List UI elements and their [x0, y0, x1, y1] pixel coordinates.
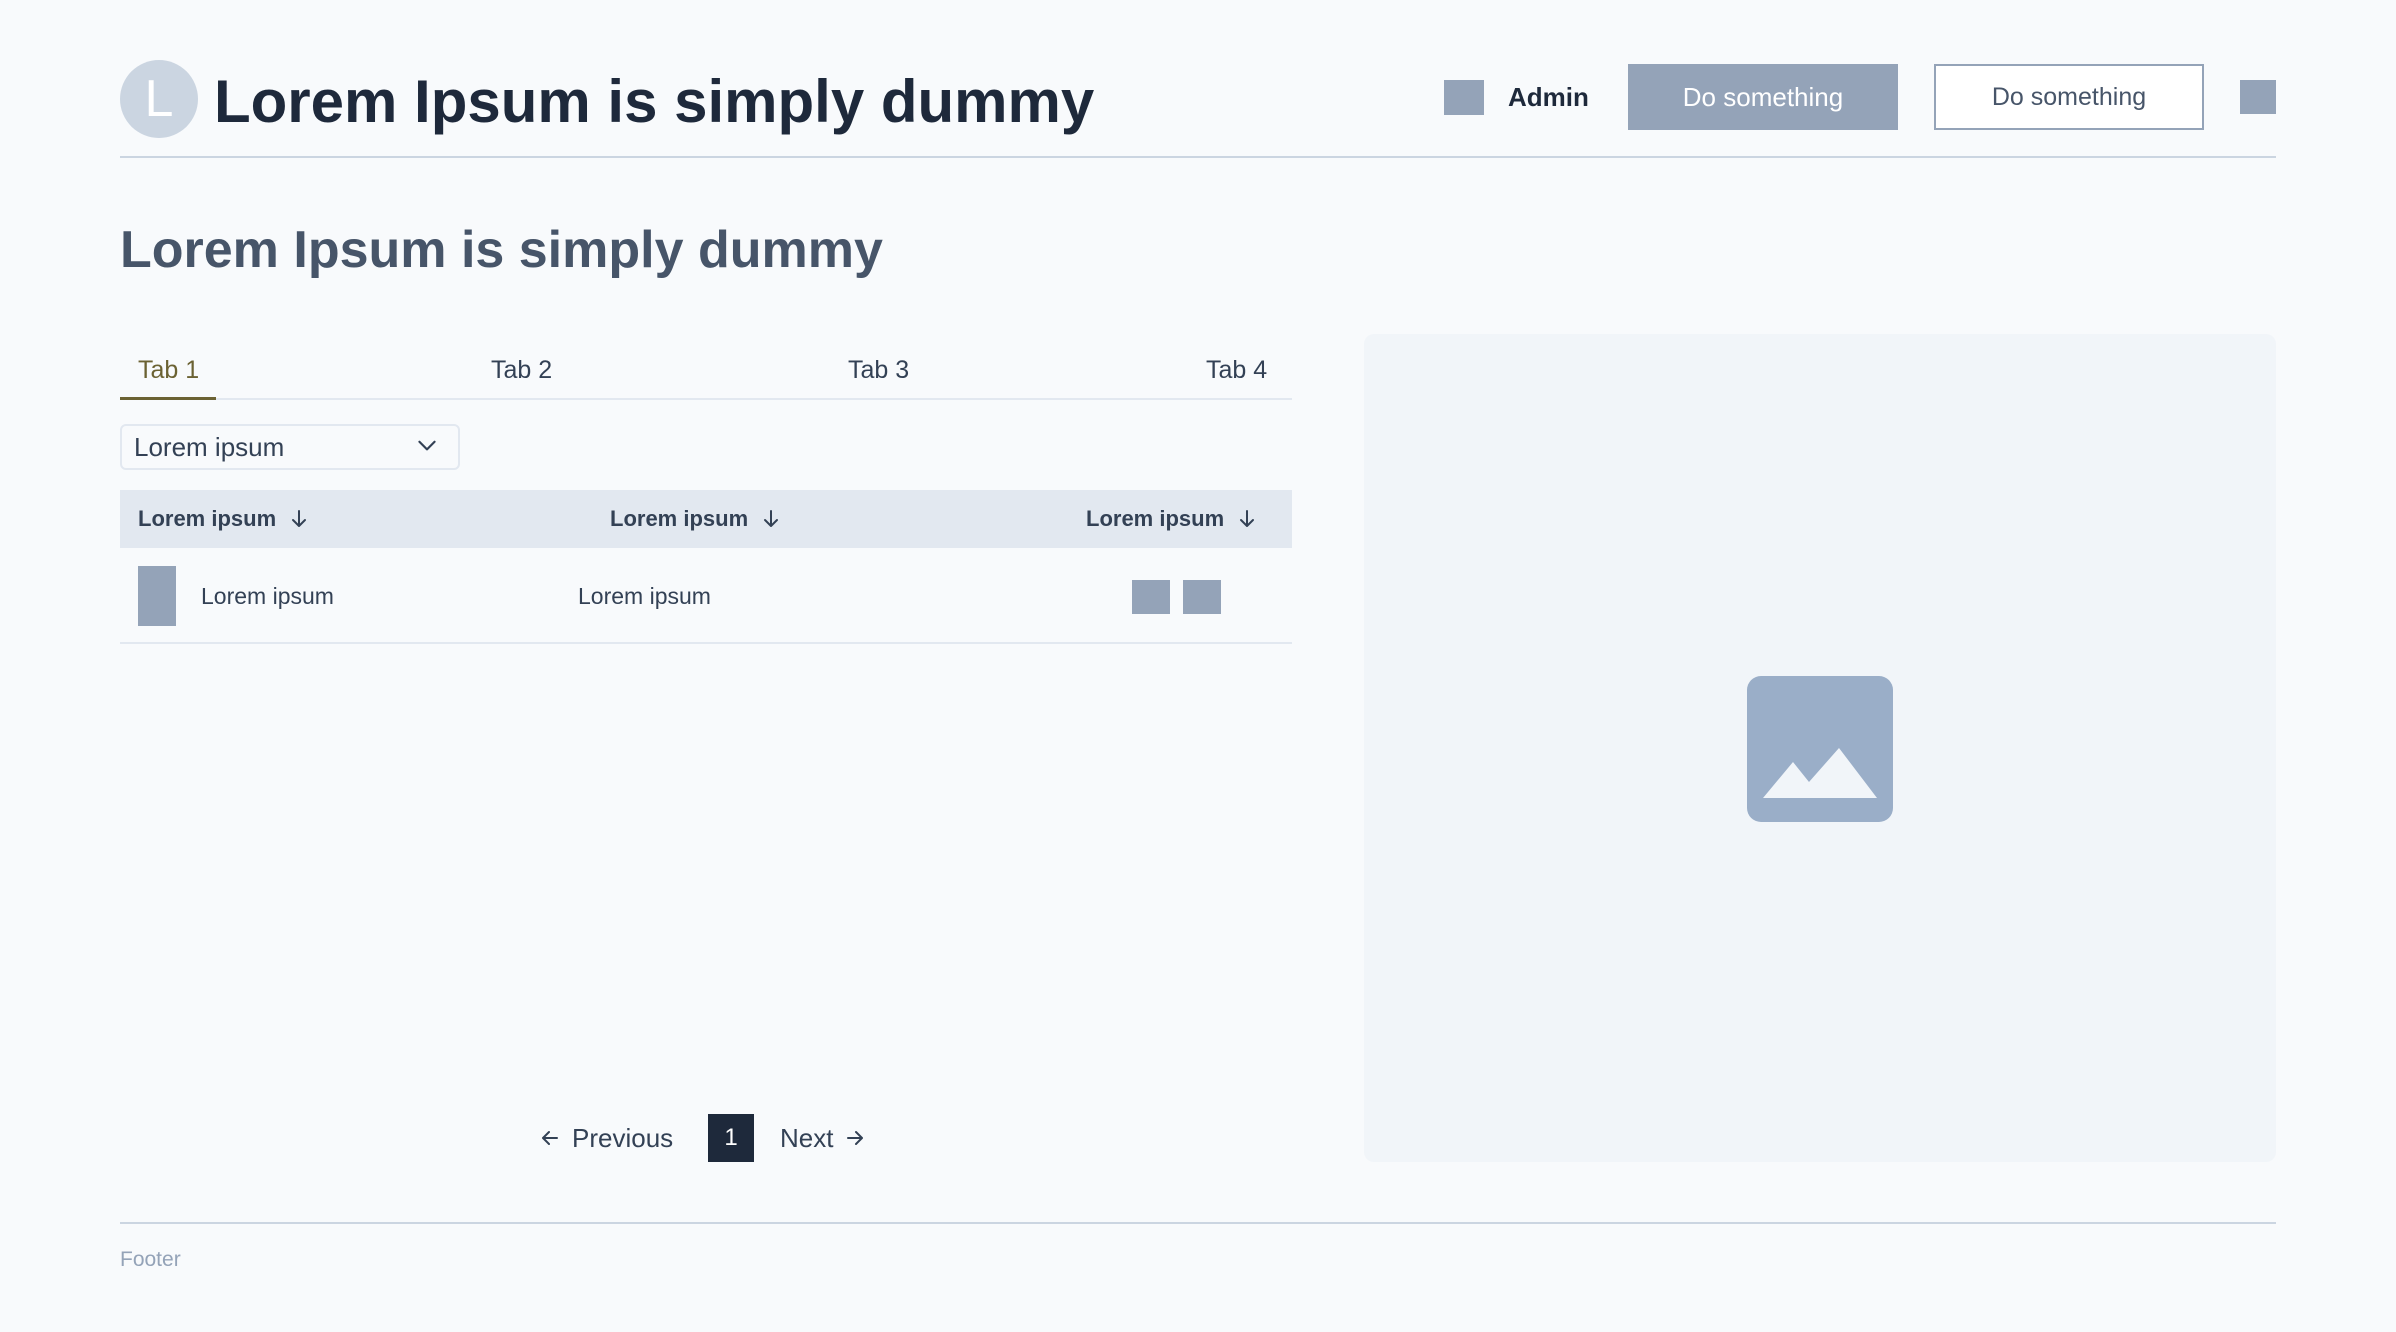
table-cell: Lorem ipsum — [201, 583, 334, 609]
column-header-label: Lorem ipsum — [610, 506, 749, 531]
tab-1[interactable]: Tab 1 — [138, 348, 199, 400]
table-cell: Lorem ipsum — [578, 583, 711, 609]
page-number-current[interactable]: 1 — [708, 1114, 754, 1162]
tab-label: Tab 2 — [491, 356, 553, 384]
user-label[interactable]: Admin — [1508, 80, 1589, 115]
dropdown-value: Lorem ipsum — [134, 432, 285, 462]
arrow-down-icon — [292, 510, 307, 527]
next-label: Next — [780, 1122, 834, 1153]
menu-icon[interactable] — [2240, 80, 2276, 114]
filter-dropdown[interactable]: Lorem ipsum — [120, 424, 460, 470]
header: L Lorem Ipsum is simply dummy Admin Do s… — [120, 58, 2276, 158]
edit-icon[interactable] — [1132, 580, 1170, 614]
tab-label: Tab 1 — [138, 356, 200, 384]
tab-3[interactable]: Tab 3 — [848, 348, 909, 400]
next-page-button[interactable]: Next — [780, 1114, 865, 1162]
delete-icon[interactable] — [1183, 580, 1221, 614]
column-header-label: Lorem ipsum — [138, 506, 277, 531]
chevron-down-icon — [418, 440, 436, 451]
arrow-down-icon — [1240, 510, 1255, 527]
tab-label: Tab 4 — [1206, 356, 1268, 384]
previous-label: Previous — [572, 1122, 674, 1153]
app-logo[interactable]: L — [120, 60, 198, 138]
user-avatar-icon[interactable] — [1444, 80, 1484, 115]
column-header[interactable]: Lorem ipsum — [138, 490, 308, 548]
pagination: Previous 1 Next — [540, 1114, 880, 1162]
footer: Footer — [120, 1222, 2276, 1271]
column-header-label: Lorem ipsum — [1086, 506, 1225, 531]
column-header[interactable]: Lorem ipsum — [1086, 490, 1256, 548]
tab-2[interactable]: Tab 2 — [491, 348, 552, 400]
table-row[interactable]: Lorem ipsum Lorem ipsum — [120, 548, 1292, 644]
column-header[interactable]: Lorem ipsum — [610, 490, 780, 548]
data-table: Lorem ipsum Lorem ipsum Lorem ipsum Lore… — [120, 490, 1292, 644]
arrow-left-icon — [542, 1131, 558, 1145]
primary-action-button[interactable]: Do something — [1628, 64, 1898, 130]
row-thumbnail — [138, 566, 176, 626]
arrow-down-icon — [764, 510, 779, 527]
tab-bar: Tab 1 Tab 2 Tab 3 Tab 4 — [120, 348, 1292, 400]
secondary-action-button[interactable]: Do something — [1934, 64, 2204, 130]
page: L Lorem Ipsum is simply dummy Admin Do s… — [0, 0, 2396, 1332]
tab-4[interactable]: Tab 4 — [1206, 348, 1267, 400]
active-tab-indicator — [120, 397, 216, 400]
table-header: Lorem ipsum Lorem ipsum Lorem ipsum — [120, 490, 1292, 548]
image-placeholder-icon — [1747, 676, 1893, 822]
footer-text: Footer — [120, 1248, 181, 1271]
previous-page-button[interactable]: Previous — [540, 1114, 673, 1162]
page-title: Lorem Ipsum is simply dummy — [120, 221, 883, 279]
image-placeholder-panel — [1364, 334, 2276, 1162]
app-title: Lorem Ipsum is simply dummy — [214, 68, 1095, 135]
arrow-right-icon — [847, 1131, 864, 1145]
tab-label: Tab 3 — [848, 356, 910, 384]
